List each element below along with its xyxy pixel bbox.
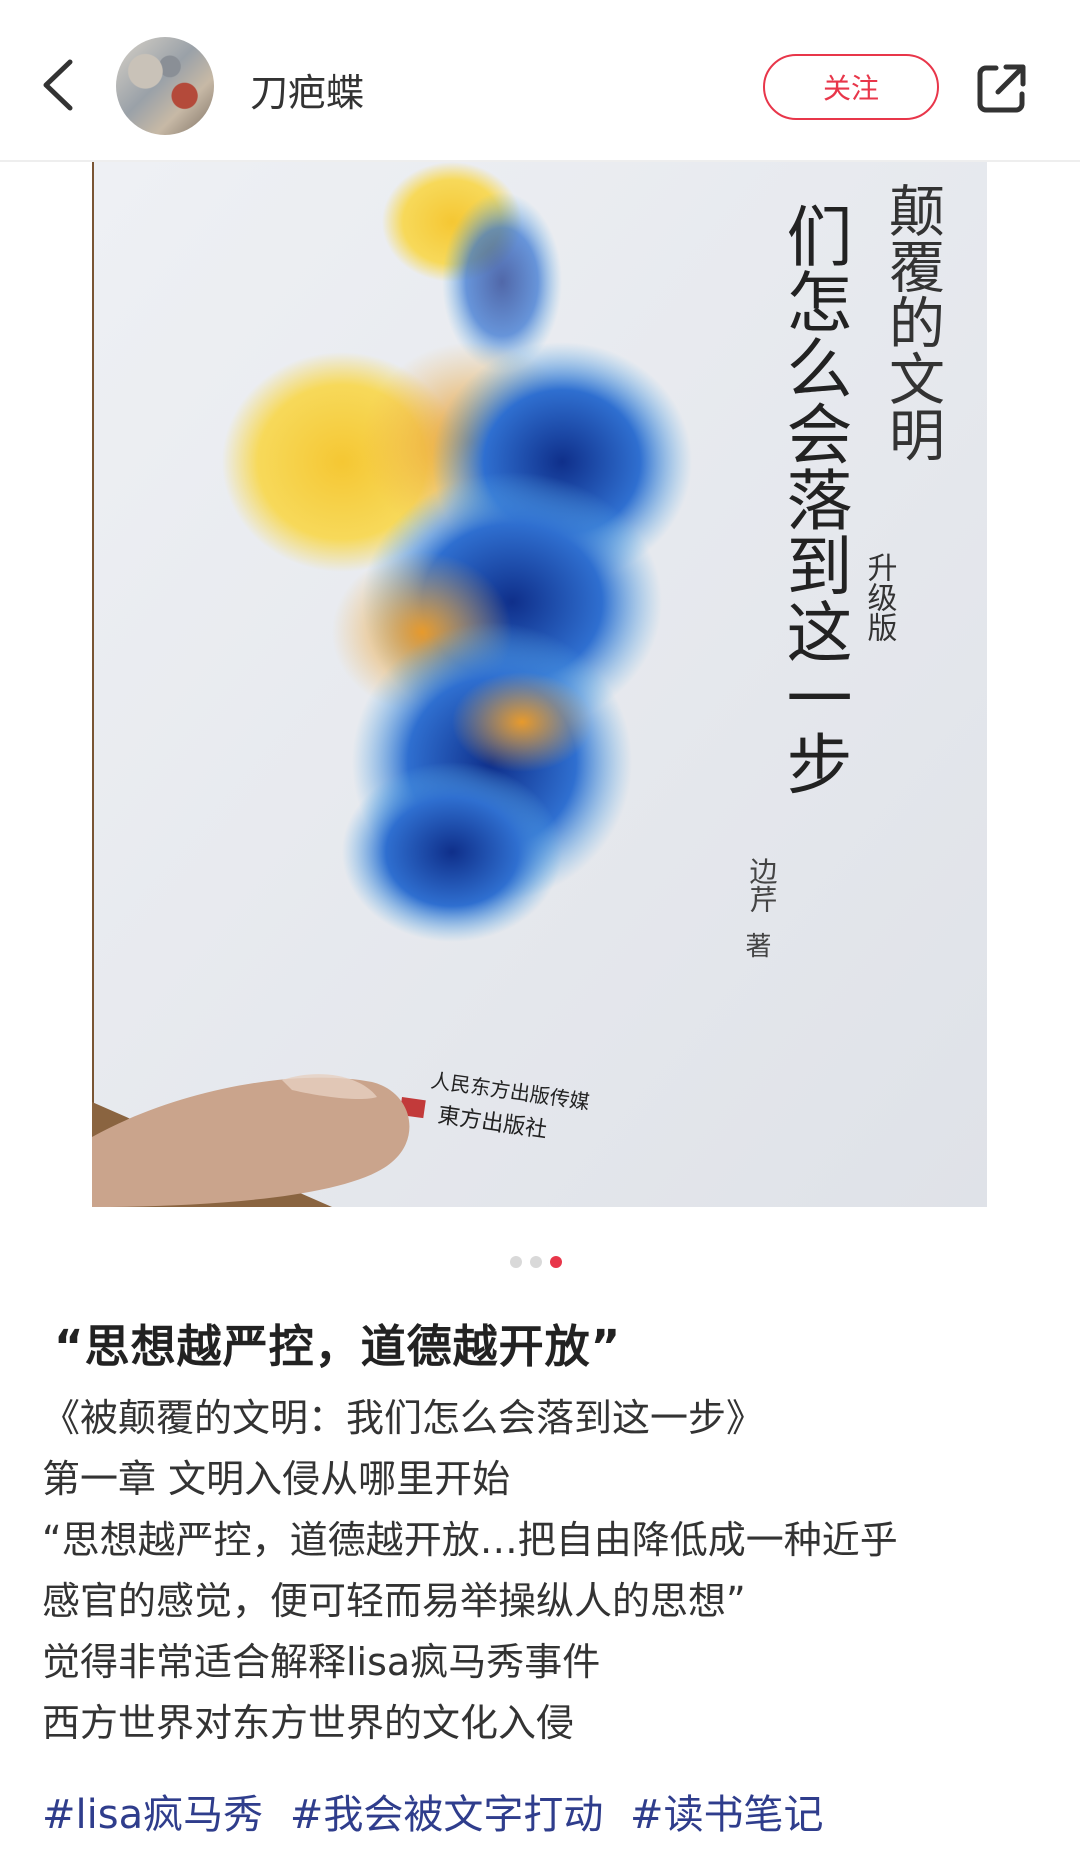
cover-edition: 升级版 <box>862 552 898 642</box>
post-body-line: 觉得非常适合解释lisa疯马秀事件 <box>42 1640 601 1684</box>
hashtag-reading-notes[interactable]: #读书笔记 <box>630 1792 824 1838</box>
carousel-dot[interactable] <box>530 1256 542 1268</box>
hashtag-lisa[interactable]: #lisa疯马秀 <box>42 1792 263 1838</box>
carousel-dot[interactable] <box>510 1256 522 1268</box>
share-button[interactable] <box>972 58 1032 118</box>
cover-title-top: 颠覆的文明 <box>880 182 945 462</box>
hashtag-list: #lisa疯马秀 #我会被文字打动 #读书笔记 <box>42 1782 838 1840</box>
post-body-line: 西方世界对东方世界的文化入侵 <box>42 1701 575 1745</box>
hashtag-touched-by-words[interactable]: #我会被文字打动 <box>290 1792 604 1838</box>
post-image[interactable]: 们怎么会落到这一步 颠覆的文明 升级版 边芹 著 人民东方出版传媒 東方出版社 <box>92 162 987 1207</box>
post-body-line: 第一章 文明入侵从哪里开始 <box>42 1457 511 1501</box>
post-body-line: 感官的感觉，便可轻而易举操纵人的思想” <box>42 1579 746 1623</box>
post-body-line: “思想越严控，道德越开放…把自由降低成一种近乎 <box>42 1518 898 1562</box>
post-body-line: 《被颠覆的文明：我们怎么会落到这一步》 <box>42 1396 765 1440</box>
username[interactable]: 刀疤蝶 <box>250 62 364 117</box>
book-cover-photo: 们怎么会落到这一步 颠覆的文明 升级版 边芹 著 人民东方出版传媒 東方出版社 <box>92 162 987 1207</box>
follow-button[interactable]: 关注 <box>763 54 939 120</box>
carousel-dot-active[interactable] <box>550 1256 562 1268</box>
share-icon <box>977 64 1026 113</box>
cover-title-main: 们怎么会落到这一步 <box>776 202 853 796</box>
top-bar: 刀疤蝶 关注 <box>0 0 1080 162</box>
chevron-left-icon <box>43 59 73 111</box>
post-title: “思想越严控，道德越开放” <box>54 1320 622 1373</box>
cover-author-suffix: 著 <box>741 932 771 958</box>
avatar[interactable] <box>116 37 214 135</box>
back-button[interactable] <box>34 56 82 114</box>
post-body: 《被颠覆的文明：我们怎么会落到这一步》 第一章 文明入侵从哪里开始 “思想越严控… <box>42 1388 1042 1754</box>
carousel-indicator <box>510 1256 562 1268</box>
cover-author: 边芹 <box>746 857 779 913</box>
